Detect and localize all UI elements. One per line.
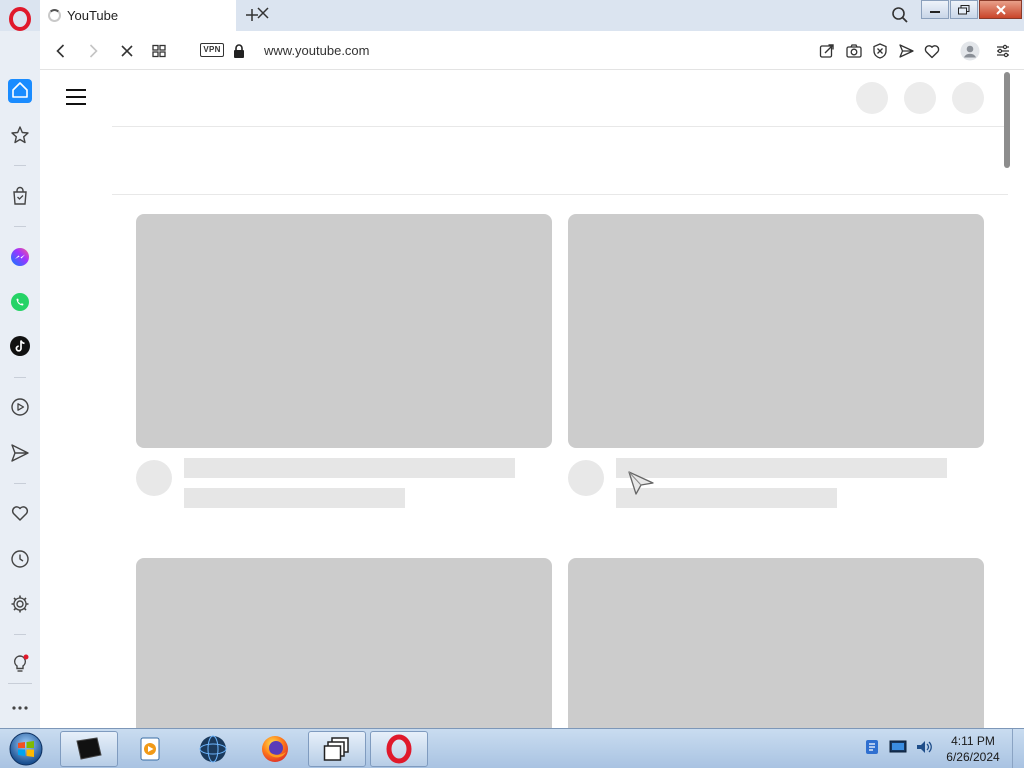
adblock-icon[interactable] — [871, 42, 889, 60]
maximize-button[interactable] — [950, 0, 978, 19]
more-icon[interactable] — [9, 697, 31, 719]
video-thumbnail-placeholder — [136, 558, 552, 728]
window-switcher-app-icon — [323, 737, 349, 761]
sidebar-separator — [14, 226, 26, 227]
tiktok-icon[interactable] — [9, 335, 31, 357]
menu-icon[interactable] — [66, 89, 86, 105]
flow-icon[interactable] — [9, 442, 31, 464]
display-icon[interactable] — [888, 737, 908, 757]
opera-logo-icon[interactable] — [8, 7, 32, 31]
volume-icon[interactable] — [914, 737, 934, 757]
header-placeholder-circle — [856, 82, 888, 114]
player-icon[interactable] — [9, 396, 31, 418]
heart-icon[interactable] — [923, 42, 941, 60]
show-desktop-button[interactable] — [1012, 729, 1024, 768]
sidebar-separator — [8, 683, 32, 684]
taskbar-app-opera[interactable] — [370, 731, 428, 767]
network-icon[interactable] — [862, 737, 882, 757]
settings-icon[interactable] — [9, 593, 31, 615]
taskbar-app-terminal[interactable] — [60, 731, 118, 767]
vpn-badge[interactable]: VPN — [200, 43, 224, 57]
sidebar-separator — [14, 165, 26, 166]
stop-icon[interactable] — [118, 42, 136, 60]
meta-line-placeholder — [184, 488, 405, 508]
home-icon[interactable] — [9, 79, 31, 101]
tab-grid-icon[interactable] — [150, 42, 168, 60]
back-icon[interactable] — [52, 42, 70, 60]
minimize-button[interactable] — [921, 0, 949, 19]
system-clock[interactable]: 4:11 PM 6/26/2024 — [940, 733, 1006, 765]
sidebar-separator — [14, 377, 26, 378]
media-player-app-icon — [140, 737, 160, 761]
opera-app-icon — [386, 734, 412, 764]
globe-app-icon — [199, 735, 227, 763]
clock-date: 6/26/2024 — [946, 750, 1000, 764]
channel-avatar-placeholder — [568, 460, 604, 496]
divider — [112, 126, 1008, 127]
taskbar-app-globe[interactable] — [184, 731, 242, 767]
title-line-placeholder — [616, 458, 947, 478]
lock-icon[interactable] — [230, 42, 248, 60]
clock-time: 4:11 PM — [951, 734, 995, 748]
title-line-placeholder — [184, 458, 515, 478]
shopping-icon[interactable] — [9, 185, 31, 207]
close-window-button[interactable] — [979, 0, 1022, 19]
url-text[interactable]: www.youtube.com — [264, 43, 370, 58]
camera-icon[interactable] — [845, 42, 863, 60]
firefox-app-icon — [262, 736, 288, 762]
forward-icon[interactable] — [84, 42, 102, 60]
terminal-app-icon — [76, 737, 102, 760]
scrollbar-thumb[interactable] — [1004, 72, 1010, 168]
tab-youtube[interactable]: YouTube — [40, 0, 269, 31]
header-placeholder-circle — [952, 82, 984, 114]
video-thumbnail-placeholder — [136, 214, 552, 448]
header-placeholder-circle — [904, 82, 936, 114]
sidebar-separator — [14, 634, 26, 635]
page-viewport — [40, 70, 1024, 728]
messenger-icon[interactable] — [9, 246, 31, 268]
address-toolbar: VPN www.youtube.com — [40, 31, 1024, 70]
divider — [112, 194, 1008, 195]
title-bar: YouTube — [0, 0, 1024, 31]
start-button[interactable] — [6, 731, 46, 767]
channel-avatar-placeholder — [136, 460, 172, 496]
video-thumbnail-placeholder — [568, 558, 984, 728]
search-tabs-icon[interactable] — [891, 6, 909, 24]
taskbar-app-media-player[interactable] — [122, 731, 180, 767]
taskbar: 4:11 PM 6/26/2024 — [0, 728, 1024, 768]
new-tab-icon[interactable] — [244, 7, 260, 23]
tips-icon[interactable] — [9, 653, 31, 675]
mouse-cursor-icon — [628, 471, 654, 495]
video-thumbnail-placeholder — [568, 214, 984, 448]
star-icon[interactable] — [9, 124, 31, 146]
sidebar — [0, 31, 40, 728]
heart-icon[interactable] — [9, 502, 31, 524]
history-icon[interactable] — [9, 548, 31, 570]
share-icon[interactable] — [818, 42, 836, 60]
window-controls — [921, 0, 1023, 19]
loading-spinner-icon — [48, 9, 61, 22]
taskbar-app-window-switcher[interactable] — [308, 731, 366, 767]
account-icon[interactable] — [960, 41, 980, 61]
taskbar-app-firefox[interactable] — [246, 731, 304, 767]
send-icon[interactable] — [897, 42, 915, 60]
system-tray — [862, 737, 934, 761]
whatsapp-icon[interactable] — [9, 291, 31, 313]
tab-title: YouTube — [67, 8, 119, 23]
easy-setup-icon[interactable] — [994, 42, 1012, 60]
sidebar-separator — [14, 483, 26, 484]
